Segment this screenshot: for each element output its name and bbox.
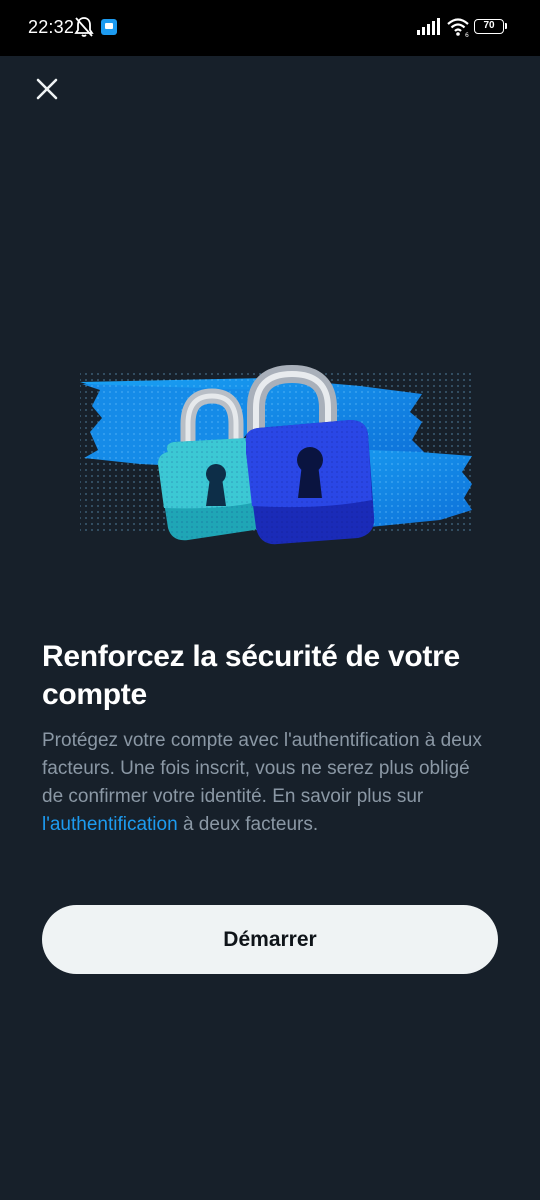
signal-icon <box>416 18 440 41</box>
page-title: Renforcez la sécurité de votre compte <box>42 640 460 711</box>
app-notification-icon <box>101 19 117 40</box>
wifi-icon: 6 <box>446 17 470 42</box>
battery-level: 70 <box>483 20 495 31</box>
close-icon <box>36 78 58 100</box>
status-time: 22:32 <box>28 17 75 37</box>
learn-more-link[interactable]: l'authentification <box>42 814 178 835</box>
description-text: Protégez votre compte avec l'authentific… <box>42 727 492 839</box>
description-part1: Protégez votre compte avec l'authentific… <box>42 730 482 807</box>
start-button[interactable]: Démarrer <box>42 905 498 974</box>
padlocks-illustration <box>60 360 480 560</box>
mute-bell-icon <box>74 16 94 43</box>
battery-icon: 70 <box>474 19 507 34</box>
two-factor-onboarding-screen: 22:32 6 70 Renforcez la sécurité de votr… <box>0 0 540 1200</box>
status-bar: 22:32 6 70 <box>0 0 540 56</box>
description-part2: à deux facteurs. <box>177 814 319 835</box>
close-button[interactable] <box>28 70 66 108</box>
svg-text:6: 6 <box>465 32 469 37</box>
